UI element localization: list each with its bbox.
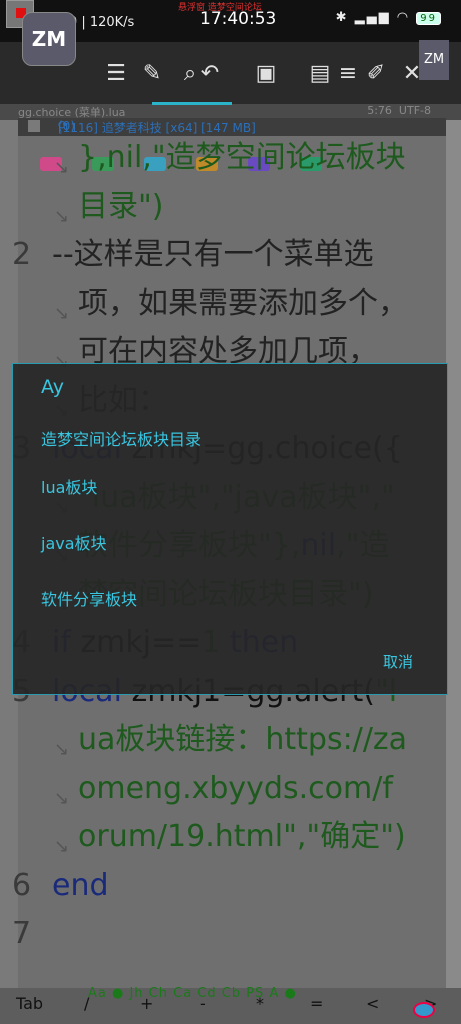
dialog-option[interactable]: 软件分享板块: [41, 586, 137, 610]
choice-dialog: Ay 造梦空间论坛板块目录 lua板块 java板块 软件分享板块 取消: [12, 363, 448, 695]
signal-icon: ▂▄▆: [354, 10, 391, 25]
key-star[interactable]: *: [256, 994, 264, 1013]
code-token: ua板块链接：https://za: [78, 722, 408, 757]
code-line: --这样是只有一个菜单选: [52, 236, 374, 274]
code-line: orum/19.html","确定"): [78, 818, 406, 856]
code-token: 目录"): [78, 188, 164, 224]
status-icons: ✱ ▂▄▆ ◠ 99: [336, 10, 441, 25]
dialog-option[interactable]: 造梦空间论坛板块目录: [41, 426, 201, 450]
key-plus[interactable]: +: [140, 994, 153, 1013]
cursor-position: 5:76 UTF-8: [367, 104, 431, 117]
edit-icon[interactable]: ✐: [362, 60, 390, 88]
key-lt[interactable]: <: [366, 994, 379, 1013]
status-clock: 17:40:53: [200, 9, 277, 29]
line-number: 7: [12, 916, 32, 951]
cancel-button[interactable]: 取消: [383, 651, 413, 672]
key-equals[interactable]: =: [310, 994, 323, 1013]
key-minus[interactable]: -: [200, 994, 206, 1013]
wrap-arrow-icon: ↘: [54, 157, 70, 178]
line-number: 2: [12, 237, 32, 272]
code-token: end: [52, 867, 109, 903]
list-icon[interactable]: ≡: [334, 60, 362, 88]
battery-icon: 99: [416, 12, 441, 25]
line-number: 6: [12, 867, 32, 903]
symbol-keybar: Aa ● Jh Ch Ca Cd Cb PS A ● Tab / + - * =…: [0, 986, 461, 1024]
sliders-icon[interactable]: ☰: [102, 60, 130, 88]
symbol-shortcuts[interactable]: Aa ● Jh Ch Ca Cd Cb PS A ●: [88, 986, 297, 1001]
code-line: omeng.xbyyds.com/f: [78, 770, 393, 808]
wrap-arrow-icon: ↘: [54, 205, 70, 227]
pause-icon[interactable]: [28, 120, 40, 132]
code-line: ua板块链接：https://za: [78, 721, 407, 759]
code-line: },nil,"造梦空间论坛板块: [78, 139, 406, 177]
wrap-arrow-icon: ↘: [54, 836, 70, 857]
code-line: 目录"): [78, 188, 164, 226]
dialog-option[interactable]: lua板块: [41, 474, 97, 498]
code-line: 项，如果需要添加多个，: [78, 285, 408, 323]
wrap-arrow-icon: ↘: [54, 787, 70, 809]
code-token: omeng.xbyyds.com/f: [78, 770, 393, 806]
save-as-icon[interactable]: ▣: [252, 60, 280, 88]
wifi-icon: ◠: [396, 10, 411, 25]
app-logo[interactable]: ZM: [22, 12, 76, 66]
code-token: orum/19.html","确定"): [78, 819, 406, 854]
code-token: --这样是只有一个菜单选: [52, 237, 374, 272]
code-token: 项，如果需要添加多个，: [78, 285, 408, 321]
wrap-arrow-icon: ↘: [54, 302, 70, 324]
key-tab[interactable]: Tab: [16, 994, 43, 1013]
eye-icon[interactable]: [413, 1002, 435, 1018]
process-bar[interactable]: [1116] 追梦者科技 [x64] [147 MB] (0) ⟳: [18, 118, 446, 136]
code-token: },nil,"造梦空间论坛板块: [78, 140, 406, 175]
key-slash[interactable]: /: [84, 994, 89, 1013]
bluetooth-icon: ✱: [335, 10, 349, 25]
save-icon[interactable]: ▤: [306, 60, 334, 88]
floating-logo[interactable]: ZM: [419, 40, 449, 80]
pin-icon[interactable]: ✎: [138, 60, 166, 88]
dialog-title: Ay: [41, 376, 64, 398]
wrap-arrow-icon: ↘: [54, 739, 70, 760]
undo-icon[interactable]: ↶: [196, 60, 224, 88]
code-line: end: [52, 867, 109, 905]
refresh-icon[interactable]: ⟳: [58, 118, 434, 132]
dialog-option[interactable]: java板块: [41, 530, 107, 554]
